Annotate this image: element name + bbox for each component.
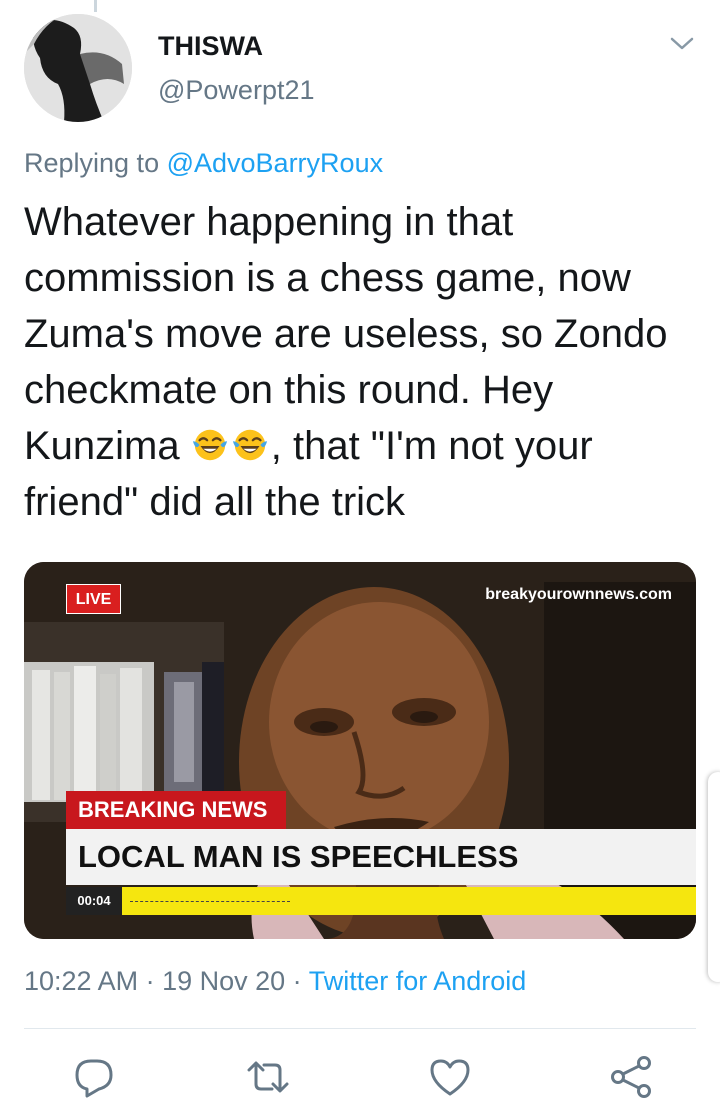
tweet-meta: 10:22 AM · 19 Nov 20 · Twitter for Andro… [24, 966, 526, 997]
tweet-actions [0, 1054, 720, 1100]
meta-separator: · [285, 966, 309, 996]
retweet-icon [247, 1061, 289, 1093]
meta-separator: · [138, 966, 163, 996]
tweet-source-link[interactable]: Twitter for Android [309, 966, 527, 996]
display-name[interactable]: THISWA [158, 30, 315, 62]
face-with-tears-of-joy-icon [232, 429, 267, 461]
reply-icon [75, 1059, 113, 1098]
share-icon [611, 1056, 651, 1098]
headline-bar: LOCAL MAN IS SPEECHLESS [66, 829, 696, 885]
face-with-tears-of-joy-icon [192, 429, 227, 461]
live-badge: LIVE [66, 584, 121, 614]
news-ticker: 00:04 [66, 887, 696, 915]
thread-connector-line [94, 0, 97, 12]
share-button[interactable] [608, 1054, 654, 1100]
reply-button[interactable] [71, 1054, 117, 1100]
user-handle[interactable]: @Powerpt21 [158, 74, 315, 106]
headline-text: LOCAL MAN IS SPEECHLESS [78, 839, 519, 874]
breaking-news-label: BREAKING NEWS [66, 791, 286, 829]
ticker-dotted-line [130, 901, 290, 902]
scroll-handle[interactable] [708, 772, 720, 982]
replying-to: Replying to @AdvoBarryRoux [24, 148, 383, 179]
tweet-time: 10:22 AM [24, 966, 139, 996]
avatar[interactable] [24, 14, 132, 122]
news-site-label: breakyourownnews.com [485, 586, 672, 603]
like-button[interactable] [427, 1054, 473, 1100]
tweet-date: 19 Nov 20 [162, 966, 286, 996]
user-names: THISWA @Powerpt21 [158, 30, 315, 106]
replying-to-prefix: Replying to [24, 148, 167, 178]
like-icon [430, 1059, 470, 1096]
chevron-down-icon[interactable] [668, 34, 696, 54]
tweet-header: THISWA @Powerpt21 [24, 14, 696, 122]
divider [24, 1028, 696, 1029]
attached-image[interactable]: LIVE breakyourownnews.com BREAKING NEWS … [24, 562, 696, 939]
ticker-timecode: 00:04 [66, 887, 122, 915]
tweet-text: Whatever happening in that commission is… [24, 194, 696, 530]
avatar-image [24, 14, 132, 122]
retweet-button[interactable] [245, 1054, 291, 1100]
reply-mention-link[interactable]: @AdvoBarryRoux [167, 148, 384, 178]
